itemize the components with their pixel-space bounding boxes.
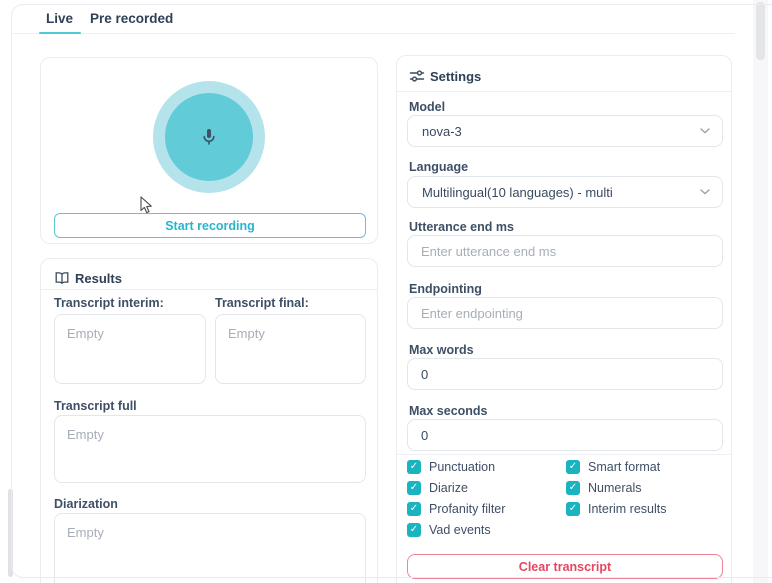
transcript-interim-box[interactable]: Empty [54, 314, 206, 384]
utterance-end-ms-label: Utterance end ms [409, 220, 514, 234]
mouse-cursor [140, 196, 153, 214]
open-book-icon [54, 270, 70, 286]
start-recording-button[interactable]: Start recording [54, 213, 366, 238]
transcript-full-label: Transcript full [54, 399, 137, 413]
language-select-value: Multilingual(10 languages) - multi [422, 185, 700, 200]
tabs-divider [12, 33, 735, 34]
check-icon [566, 481, 580, 495]
active-tab-indicator [39, 32, 81, 34]
diarization-label: Diarization [54, 497, 118, 511]
mic-button[interactable] [165, 93, 253, 181]
check-icon [407, 481, 421, 495]
max-seconds-input[interactable] [407, 419, 723, 451]
check-icon [566, 460, 580, 474]
checkbox-label: Interim results [588, 502, 667, 516]
transcript-full-box[interactable]: Empty [54, 415, 366, 483]
transcript-final-box[interactable]: Empty [215, 314, 366, 384]
settings-title: Settings [430, 69, 481, 84]
right-scrollbar-track[interactable] [753, 0, 768, 583]
chevron-down-icon [700, 189, 710, 195]
transcript-interim-empty: Empty [55, 315, 205, 352]
max-seconds-label: Max seconds [409, 404, 488, 418]
sliders-icon [409, 68, 425, 84]
checkbox-label: Numerals [588, 481, 642, 495]
transcript-final-label: Transcript final: [215, 296, 309, 310]
model-select[interactable]: nova-3 [407, 115, 723, 147]
checkbox-label: Punctuation [429, 460, 495, 474]
checkbox-label: Profanity filter [429, 502, 505, 516]
settings-header-divider [397, 91, 731, 92]
microphone-icon [198, 126, 220, 148]
check-icon [407, 523, 421, 537]
utterance-end-ms-input[interactable] [407, 235, 723, 267]
results-title: Results [75, 271, 122, 286]
checkbox-interim-results[interactable]: Interim results [566, 502, 723, 516]
check-icon [566, 502, 580, 516]
check-icon [407, 502, 421, 516]
checkbox-numerals[interactable]: Numerals [566, 481, 723, 495]
check-icon [407, 460, 421, 474]
chevron-down-icon [700, 128, 710, 134]
recorder-card: Start recording [40, 57, 378, 244]
results-card: Results Transcript interim: Transcript f… [40, 258, 378, 583]
transcript-full-empty: Empty [55, 416, 365, 453]
endpointing-input[interactable] [407, 297, 723, 329]
tab-pre-recorded[interactable]: Pre recorded [90, 11, 173, 26]
max-words-label: Max words [409, 343, 474, 357]
transcript-final-empty: Empty [216, 315, 365, 352]
live-transcription-app: Live Pre recorded Start recording Result… [0, 0, 772, 583]
language-label: Language [409, 160, 468, 174]
model-select-value: nova-3 [422, 124, 700, 139]
max-words-input[interactable] [407, 358, 723, 390]
settings-options-divider [397, 454, 731, 455]
checkbox-profanity-filter[interactable]: Profanity filter [407, 502, 566, 516]
right-scrollbar-thumb[interactable] [756, 2, 765, 60]
clear-transcript-button[interactable]: Clear transcript [407, 554, 723, 579]
checkbox-vad-events[interactable]: Vad events [407, 523, 566, 537]
left-scrollbar-thumb[interactable] [8, 489, 13, 577]
settings-card: Settings Model nova-3 Language Multiling… [396, 55, 732, 583]
results-header-divider [41, 289, 377, 290]
checkbox-label: Smart format [588, 460, 660, 474]
language-select[interactable]: Multilingual(10 languages) - multi [407, 176, 723, 208]
diarization-box[interactable]: Empty [54, 513, 366, 583]
checkbox-smart-format[interactable]: Smart format [566, 460, 723, 474]
checkbox-label: Diarize [429, 481, 468, 495]
checkbox-punctuation[interactable]: Punctuation [407, 460, 566, 474]
model-label: Model [409, 100, 445, 114]
diarization-empty: Empty [55, 514, 365, 551]
transcript-interim-label: Transcript interim: [54, 296, 164, 310]
options-checkbox-grid: Punctuation Smart format Diarize Numeral… [407, 460, 723, 537]
checkbox-diarize[interactable]: Diarize [407, 481, 566, 495]
checkbox-label: Vad events [429, 523, 491, 537]
tab-live[interactable]: Live [46, 11, 73, 26]
endpointing-label: Endpointing [409, 282, 482, 296]
